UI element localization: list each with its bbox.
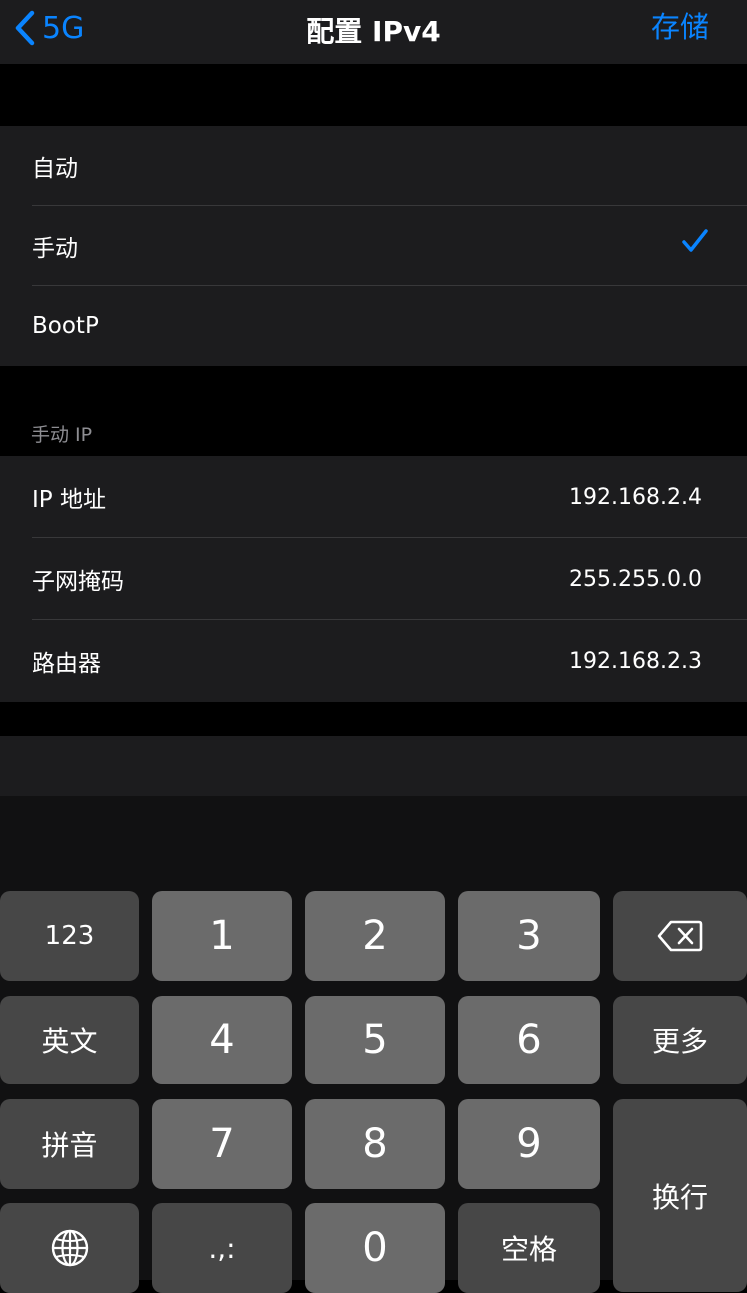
router-row[interactable]: 路由器 192.168.2.3 (0, 620, 747, 702)
key-5[interactable]: 5 (305, 996, 445, 1084)
ip-address-row[interactable]: IP 地址 192.168.2.4 (0, 456, 747, 538)
backspace-icon (657, 920, 703, 952)
option-auto[interactable]: 自动 (0, 126, 747, 206)
key-3[interactable]: 3 (458, 891, 600, 981)
option-label: BootP (32, 313, 99, 339)
field-label: 路由器 (32, 651, 101, 677)
delete-key[interactable] (613, 891, 747, 981)
key-1[interactable]: 1 (152, 891, 292, 981)
key-english[interactable]: 英文 (0, 996, 139, 1084)
key-2[interactable]: 2 (305, 891, 445, 981)
key-return[interactable]: 换行 (613, 1099, 747, 1292)
key-4[interactable]: 4 (152, 996, 292, 1084)
field-label: 子网掩码 (32, 569, 124, 595)
save-button[interactable]: 存储 (651, 4, 709, 46)
ip-address-value[interactable]: 192.168.2.4 (569, 485, 702, 510)
key-6[interactable]: 6 (458, 996, 600, 1084)
option-manual[interactable]: 手动 (0, 206, 747, 286)
key-7[interactable]: 7 (152, 1099, 292, 1189)
key-8[interactable]: 8 (305, 1099, 445, 1189)
manual-ip-list: IP 地址 192.168.2.4 子网掩码 255.255.0.0 路由器 1… (0, 456, 747, 702)
keyboard-accessory-bar (0, 736, 747, 796)
globe-icon (51, 1229, 88, 1267)
key-9[interactable]: 9 (458, 1099, 600, 1189)
key-more[interactable]: 更多 (613, 996, 747, 1084)
field-label: IP 地址 (32, 487, 106, 513)
section-header-manual-ip: 手动 IP (31, 424, 93, 446)
key-numbers-mode[interactable]: 123 (0, 891, 139, 981)
page-title: 配置 IPv4 (306, 15, 441, 48)
key-pinyin[interactable]: 拼音 (0, 1099, 139, 1189)
option-label: 手动 (32, 236, 78, 262)
checkmark-icon (682, 229, 708, 252)
subnet-mask-value[interactable]: 255.255.0.0 (569, 567, 702, 592)
subnet-mask-row[interactable]: 子网掩码 255.255.0.0 (0, 538, 747, 620)
router-value[interactable]: 192.168.2.3 (569, 649, 702, 674)
config-options-list: 自动 手动 BootP (0, 126, 747, 366)
navigation-bar: 5G 配置 IPv4 存储 (0, 0, 747, 64)
option-bootp[interactable]: BootP (0, 286, 747, 366)
option-label: 自动 (32, 156, 78, 182)
